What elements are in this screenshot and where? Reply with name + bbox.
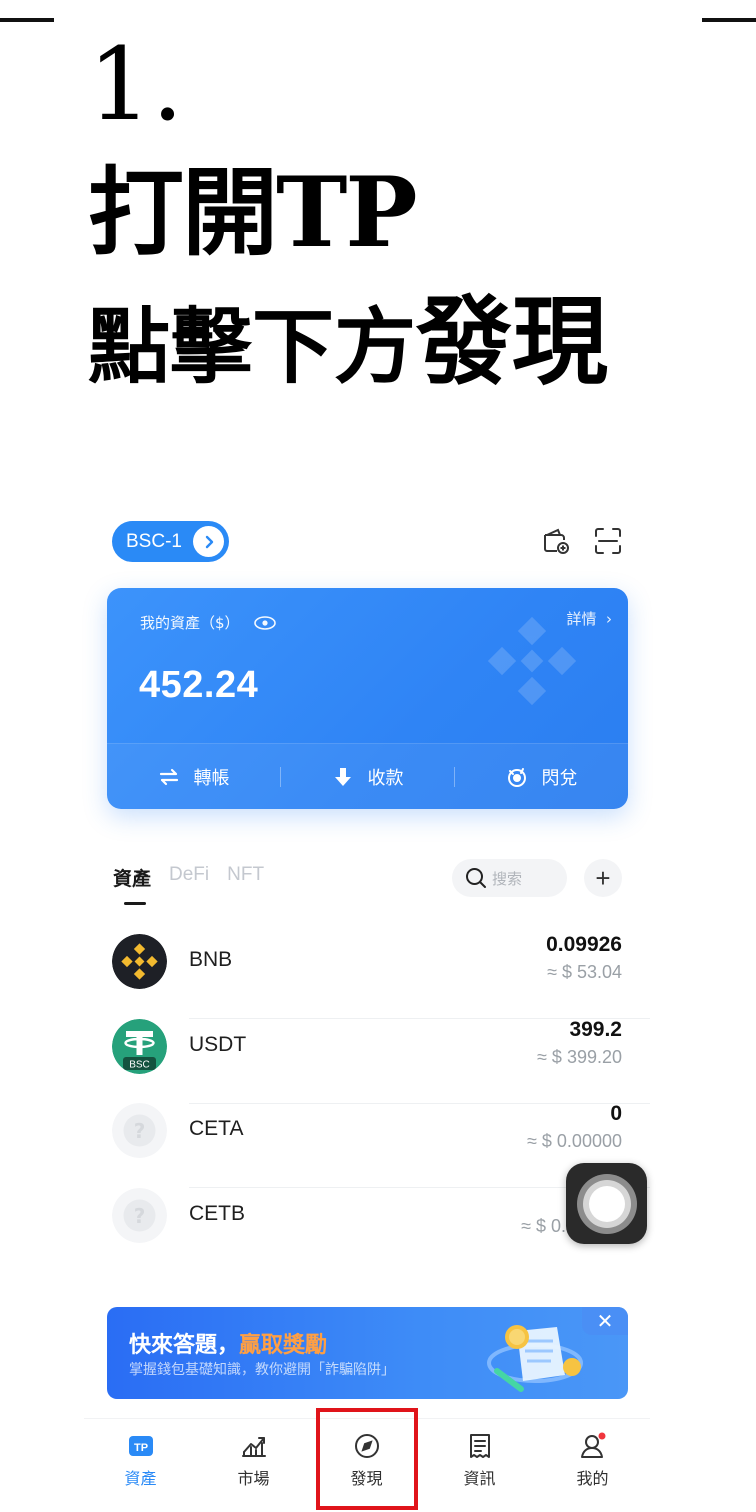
svg-text:TP: TP: [133, 1442, 147, 1454]
nav-market[interactable]: 市場: [197, 1419, 310, 1512]
transfer-icon: [159, 768, 178, 785]
nav-market-label: 市場: [237, 1469, 270, 1488]
token-value: ≈ $ 0.00000: [527, 1131, 622, 1151]
market-icon: [241, 1437, 266, 1457]
asset-tabs: 資產 DeFi NFT: [113, 864, 264, 905]
asset-label: 我的資產（$）: [140, 612, 276, 633]
swap-label: 閃兌: [541, 767, 578, 789]
chevron-right-icon: [193, 526, 224, 557]
transfer-label: 轉帳: [193, 767, 230, 789]
usdt-logo-icon: BSC: [112, 1019, 167, 1074]
token-row-bnb[interactable]: BNB 0.09926 ≈ $ 53.04: [112, 933, 650, 1019]
tab-nft[interactable]: NFT: [227, 864, 264, 891]
tab-assets[interactable]: 資產: [113, 864, 151, 905]
corner-line-right: [702, 18, 756, 22]
token-row-usdt[interactable]: BSC USDT 399.2 ≈ $ 399.20: [112, 1018, 650, 1104]
token-name: USDT: [189, 1033, 247, 1056]
search-icon: [466, 868, 486, 888]
nav-news-label: 資訊: [463, 1469, 496, 1488]
eye-icon[interactable]: [253, 615, 276, 630]
tutorial-heading-line1: 打開TP: [88, 156, 418, 269]
svg-text:?: ?: [134, 1119, 146, 1143]
tab-defi[interactable]: DeFi: [169, 864, 209, 891]
nav-assets[interactable]: TP 資產: [84, 1419, 197, 1512]
token-name: BNB: [189, 948, 233, 971]
assistive-touch-core: [588, 1185, 625, 1222]
unknown-token-icon: ?: [112, 1188, 167, 1243]
detail-link[interactable]: 詳情 ›: [566, 608, 612, 629]
assistive-touch-button[interactable]: [566, 1163, 647, 1244]
corner-line-left: [0, 18, 54, 22]
token-name: CETA: [189, 1117, 244, 1140]
news-icon: [469, 1434, 490, 1458]
quiz-banner[interactable]: 快來答題，贏取獎勵 掌握錢包基礎知識，教你避開「詐騙陷阱」 ✕: [107, 1307, 628, 1399]
swap-button[interactable]: 閃兌: [455, 764, 628, 790]
receive-icon: [334, 767, 351, 786]
total-balance: 452.24: [139, 664, 259, 706]
nav-news[interactable]: 資訊: [423, 1419, 536, 1512]
token-amount: 0.09926: [546, 933, 622, 956]
search-input[interactable]: 搜索: [452, 859, 567, 897]
wallet-add-icon[interactable]: [541, 526, 571, 556]
search-placeholder: 搜索: [492, 869, 523, 888]
scan-icon[interactable]: [593, 526, 623, 556]
assistive-touch-ring-inner: [582, 1179, 631, 1228]
token-amount: 0: [610, 1102, 622, 1125]
close-icon[interactable]: ✕: [582, 1307, 628, 1335]
bnb-watermark-icon: [487, 616, 577, 706]
swap-icon: [507, 767, 526, 787]
bnb-logo-icon: [112, 934, 167, 989]
receive-button[interactable]: 收款: [281, 764, 454, 790]
token-value: ≈ $ 0.: [521, 1216, 566, 1236]
token-amount: 399.2: [569, 1018, 622, 1041]
nav-profile[interactable]: 我的: [536, 1419, 649, 1512]
detail-label: 詳情: [566, 610, 597, 628]
add-token-button[interactable]: +: [584, 859, 622, 897]
banner-title: 快來答題，贏取獎勵: [129, 1327, 327, 1359]
usdt-badge: BSC: [129, 1060, 150, 1071]
unknown-token-icon: ?: [112, 1103, 167, 1158]
asset-label-text: 我的資產（$）: [140, 614, 240, 632]
coins-illustration-icon: [487, 1325, 583, 1392]
transfer-button[interactable]: 轉帳: [107, 764, 280, 790]
banner-title-accent: 贏取獎勵: [239, 1333, 328, 1358]
tutorial-highlight-box: [316, 1408, 418, 1510]
banner-subtitle: 掌握錢包基礎知識，教你避開「詐騙陷阱」: [129, 1362, 395, 1378]
card-actions: 轉帳 收款 閃兌: [107, 743, 628, 809]
token-name: CETB: [189, 1202, 246, 1225]
token-value: ≈ $ 399.20: [537, 1047, 622, 1067]
tp-icon: TP: [128, 1436, 153, 1456]
tutorial-heading-line2: 點擊下方發現: [88, 292, 608, 397]
heading-part1: 點擊下方: [88, 299, 417, 395]
asset-card: 我的資產（$） 詳情 › 452.24 轉帳 收款 閃兌: [107, 588, 628, 809]
banner-title-part1: 快來答題，: [129, 1333, 240, 1358]
chevron-right-icon: ›: [606, 610, 612, 628]
token-value: ≈ $ 53.04: [547, 962, 622, 982]
plus-icon: +: [595, 862, 611, 893]
profile-icon: [580, 1432, 605, 1458]
svg-text:?: ?: [134, 1204, 146, 1228]
nav-assets-label: 資產: [124, 1469, 157, 1488]
step-number: 1.: [88, 26, 184, 143]
heading-part2: 發現: [416, 285, 609, 398]
receive-label: 收款: [367, 767, 404, 789]
chain-selector[interactable]: BSC-1: [112, 521, 229, 562]
nav-profile-label: 我的: [576, 1469, 609, 1488]
chain-label: BSC-1: [126, 530, 182, 552]
assistive-touch-ring: [576, 1173, 637, 1234]
